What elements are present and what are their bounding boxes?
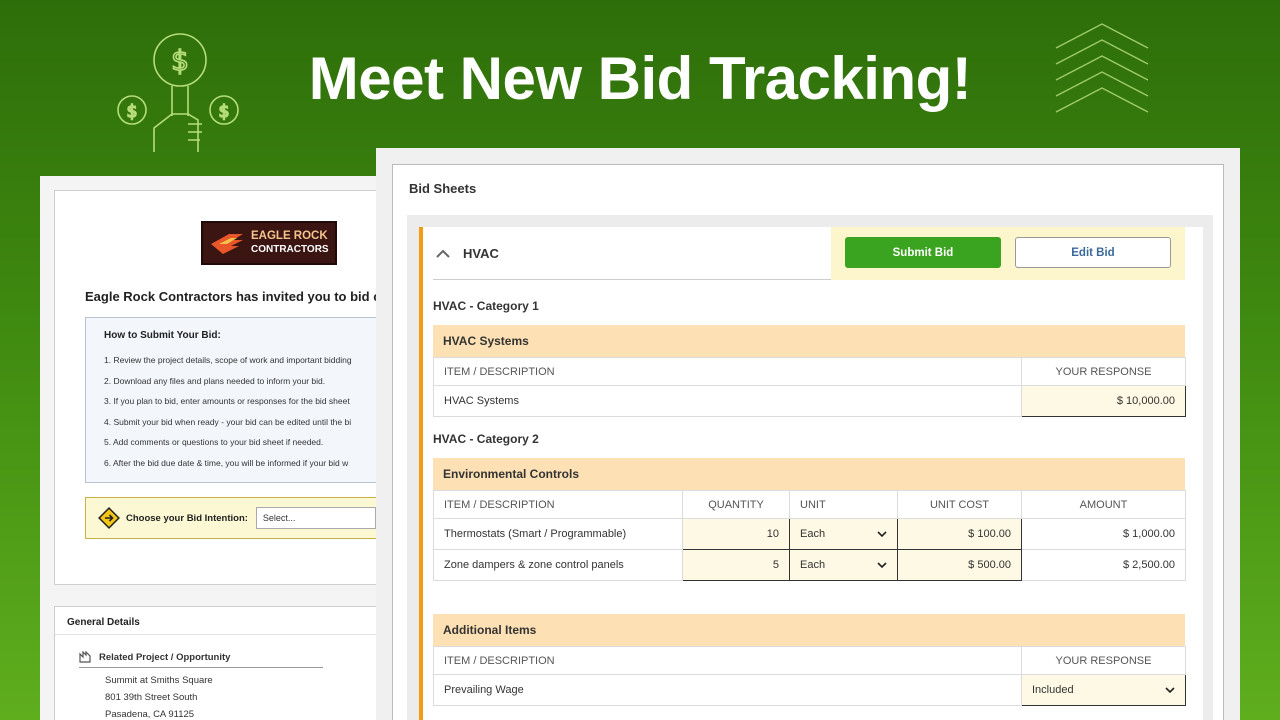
bid-intention-bar: Choose your Bid Intention: Select... bbox=[85, 497, 380, 539]
hvac-header[interactable]: HVAC Submit Bid Edit Bid bbox=[433, 227, 1185, 280]
column-header: UNIT COST bbox=[897, 490, 1022, 519]
how-to-step: 2. Download any files and plans needed t… bbox=[104, 375, 326, 386]
invitation-card: EAGLE ROCK CONTRACTORS Eagle Rock Contra… bbox=[54, 190, 380, 585]
chevrons-up-icon bbox=[1055, 23, 1149, 113]
section-header: Environmental Controls bbox=[433, 458, 1185, 490]
section-header: HVAC Systems bbox=[433, 325, 1185, 357]
how-to-step: 6. After the bid due date & time, you wi… bbox=[104, 457, 349, 468]
bid-sheets-card: Bid Sheets HVAC Submit Bid Edit Bid HVAC… bbox=[392, 164, 1224, 720]
hvac-systems-table: ITEM / DESCRIPTION YOUR RESPONSE HVAC Sy… bbox=[433, 357, 1186, 417]
quantity-input[interactable]: 5 bbox=[682, 549, 790, 581]
invitation-title: Eagle Rock Contractors has invited you t… bbox=[85, 289, 380, 304]
project-icon bbox=[79, 651, 91, 663]
unit-select[interactable]: Each bbox=[789, 549, 898, 581]
directions-sign-icon bbox=[98, 507, 120, 529]
address-line: 801 39th Street South bbox=[105, 692, 198, 703]
amount-cell: $ 1,000.00 bbox=[1021, 518, 1186, 550]
environmental-controls-table: ITEM / DESCRIPTION QUANTITY UNIT UNIT CO… bbox=[433, 490, 1186, 581]
column-header: ITEM / DESCRIPTION bbox=[433, 646, 1022, 675]
edit-bid-button[interactable]: Edit Bid bbox=[1015, 237, 1171, 268]
sheet-title: HVAC bbox=[463, 246, 499, 261]
table-row: Prevailing Wage Included bbox=[433, 674, 1186, 706]
company-logo: EAGLE ROCK CONTRACTORS bbox=[201, 221, 337, 265]
response-select[interactable]: Included bbox=[1021, 674, 1186, 706]
svg-text:$: $ bbox=[219, 102, 230, 122]
bid-intention-label: Choose your Bid Intention: bbox=[126, 512, 248, 524]
submit-bid-button[interactable]: Submit Bid bbox=[845, 237, 1001, 268]
chevron-down-icon bbox=[877, 530, 887, 537]
table-row: Zone dampers & zone control panels 5 Eac… bbox=[433, 549, 1186, 581]
unit-cost-input[interactable]: $ 100.00 bbox=[897, 518, 1022, 550]
quantity-input[interactable]: 10 bbox=[682, 518, 790, 550]
amount-cell: $ 2,500.00 bbox=[1021, 549, 1186, 581]
hvac-sheet: HVAC Submit Bid Edit Bid HVAC - Category… bbox=[419, 227, 1203, 720]
how-to-step: 3. If you plan to bid, enter amounts or … bbox=[104, 396, 350, 406]
bid-sheets-panel: Bid Sheets HVAC Submit Bid Edit Bid HVAC… bbox=[376, 148, 1240, 720]
svg-text:$: $ bbox=[127, 102, 138, 122]
how-to-submit-box: How to Submit Your Bid: 1. Review the pr… bbox=[85, 317, 380, 483]
general-details-card: General Details Related Project / Opport… bbox=[54, 606, 380, 720]
chevron-up-icon[interactable] bbox=[435, 247, 451, 259]
column-header: QUANTITY bbox=[682, 490, 790, 519]
general-details-title: General Details bbox=[67, 617, 140, 628]
logo-line1: EAGLE ROCK bbox=[251, 230, 328, 242]
category-title: HVAC - Category 1 bbox=[433, 299, 539, 313]
address-line: Pasadena, CA 91125 bbox=[105, 709, 195, 720]
sheet-area: HVAC Submit Bid Edit Bid HVAC - Category… bbox=[407, 215, 1213, 720]
item-cell: Prevailing Wage bbox=[433, 674, 1022, 706]
table-row: Thermostats (Smart / Programmable) 10 Ea… bbox=[433, 518, 1186, 550]
section-header: Additional Items bbox=[433, 614, 1185, 646]
response-value: Included bbox=[1032, 684, 1074, 696]
item-cell: Zone dampers & zone control panels bbox=[433, 549, 683, 581]
related-project-label: Related Project / Opportunity bbox=[99, 651, 231, 663]
logo-line2: CONTRACTORS bbox=[251, 244, 329, 255]
related-project-heading: Related Project / Opportunity bbox=[79, 651, 323, 668]
bid-action-bar: Submit Bid Edit Bid bbox=[831, 227, 1185, 280]
unit-value: Each bbox=[800, 559, 826, 571]
how-to-step: 5. Add comments or questions to your bid… bbox=[104, 437, 324, 447]
unit-cost-input[interactable]: $ 500.00 bbox=[897, 549, 1022, 581]
address-line: Summit at Smiths Square bbox=[105, 675, 213, 686]
table-row: HVAC Systems $ 10,000.00 bbox=[433, 385, 1186, 417]
invitation-panel: EAGLE ROCK CONTRACTORS Eagle Rock Contra… bbox=[40, 176, 380, 720]
bid-intention-select[interactable]: Select... bbox=[255, 507, 376, 529]
divider bbox=[55, 634, 380, 635]
category-title: HVAC - Category 2 bbox=[433, 432, 539, 446]
chevron-down-icon bbox=[1165, 686, 1175, 693]
how-to-step: 4. Submit your bid when ready - your bid… bbox=[104, 416, 352, 427]
unit-select[interactable]: Each bbox=[789, 518, 898, 550]
additional-items-table: ITEM / DESCRIPTION YOUR RESPONSE Prevail… bbox=[433, 646, 1186, 706]
eagle-logo-icon bbox=[211, 234, 243, 254]
svg-text:$: $ bbox=[171, 44, 189, 77]
how-to-title: How to Submit Your Bid: bbox=[104, 330, 221, 341]
how-to-step: 1. Review the project details, scope of … bbox=[104, 355, 352, 365]
bid-sheets-title: Bid Sheets bbox=[409, 181, 477, 196]
column-header: ITEM / DESCRIPTION bbox=[433, 357, 1022, 386]
item-cell: Thermostats (Smart / Programmable) bbox=[433, 518, 683, 550]
column-header: AMOUNT bbox=[1021, 490, 1186, 519]
column-header: ITEM / DESCRIPTION bbox=[433, 490, 683, 519]
column-header: UNIT bbox=[789, 490, 898, 519]
item-cell: HVAC Systems bbox=[433, 385, 1022, 417]
money-hand-icon: $ $ $ bbox=[117, 33, 239, 152]
unit-value: Each bbox=[800, 528, 826, 540]
column-header: YOUR RESPONSE bbox=[1021, 646, 1186, 675]
column-header: YOUR RESPONSE bbox=[1021, 357, 1186, 386]
response-input[interactable]: $ 10,000.00 bbox=[1021, 385, 1186, 417]
chevron-down-icon bbox=[877, 561, 887, 568]
